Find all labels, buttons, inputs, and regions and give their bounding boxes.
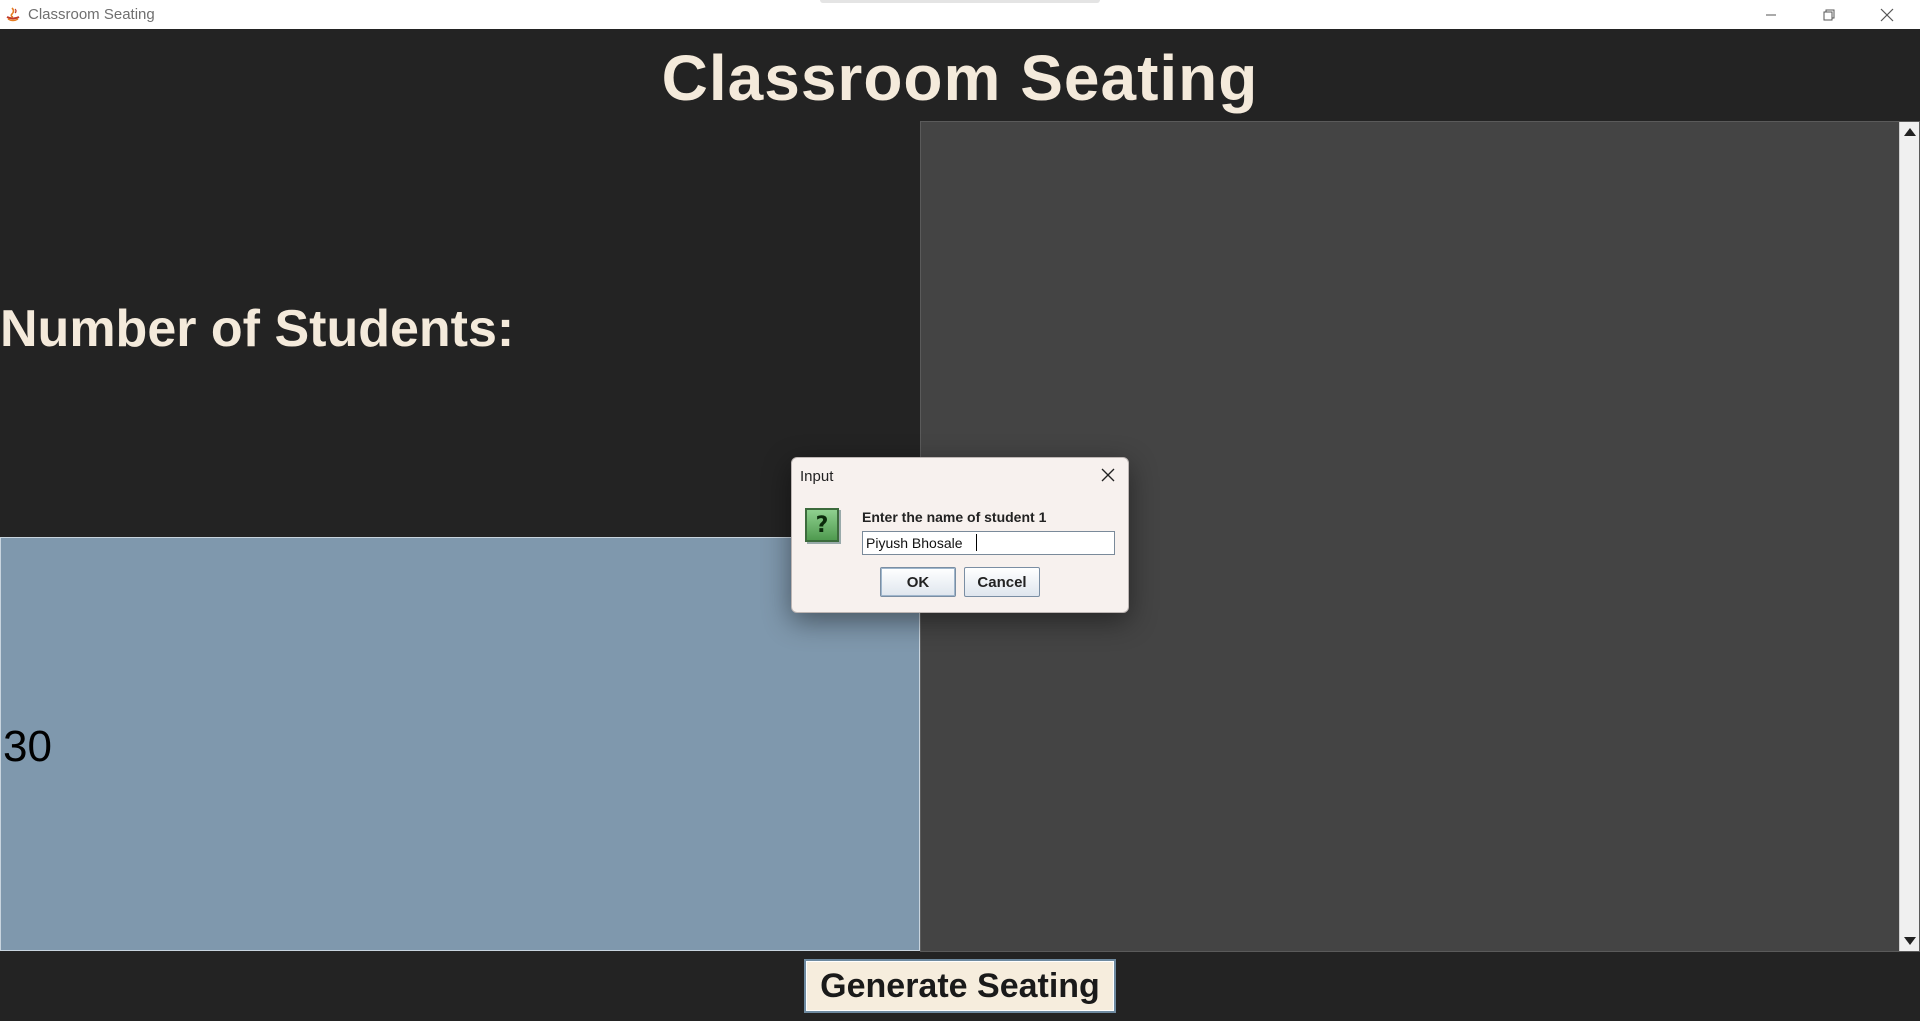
window-title: Classroom Seating xyxy=(28,6,155,23)
titlebar-divider xyxy=(820,0,1100,3)
vertical-scrollbar[interactable] xyxy=(1899,122,1919,951)
restore-icon xyxy=(1823,9,1835,20)
text-caret xyxy=(976,534,977,551)
minimize-button[interactable] xyxy=(1742,0,1800,29)
cancel-button[interactable]: Cancel xyxy=(964,567,1040,597)
input-dialog: Input ? Enter the name of student 1 OK C… xyxy=(791,457,1129,613)
scroll-up-icon[interactable] xyxy=(1904,128,1916,136)
close-icon xyxy=(1880,8,1894,21)
question-icon: ? xyxy=(805,508,839,542)
minimize-icon xyxy=(1766,14,1776,15)
student-count-value: 30 xyxy=(3,722,52,771)
restore-button[interactable] xyxy=(1800,0,1858,29)
dialog-title: Input xyxy=(800,468,834,485)
close-icon xyxy=(1101,468,1115,482)
dialog-prompt: Enter the name of student 1 xyxy=(862,509,1047,525)
page-title: Classroom Seating xyxy=(661,42,1259,114)
generate-seating-button[interactable]: Generate Seating xyxy=(804,959,1116,1013)
student-name-input[interactable] xyxy=(862,531,1115,555)
scroll-down-icon[interactable] xyxy=(1904,937,1916,945)
number-of-students-label: Number of Students: xyxy=(0,300,515,358)
window-titlebar: Classroom Seating xyxy=(0,0,1920,29)
student-count-field[interactable]: 30 xyxy=(0,537,920,951)
java-app-icon xyxy=(4,6,22,22)
dialog-close-button[interactable] xyxy=(1096,464,1120,486)
close-window-button[interactable] xyxy=(1858,0,1916,29)
app-content: Classroom Seating Number of Students: 30… xyxy=(0,29,1920,1021)
ok-button[interactable]: OK xyxy=(880,567,956,597)
